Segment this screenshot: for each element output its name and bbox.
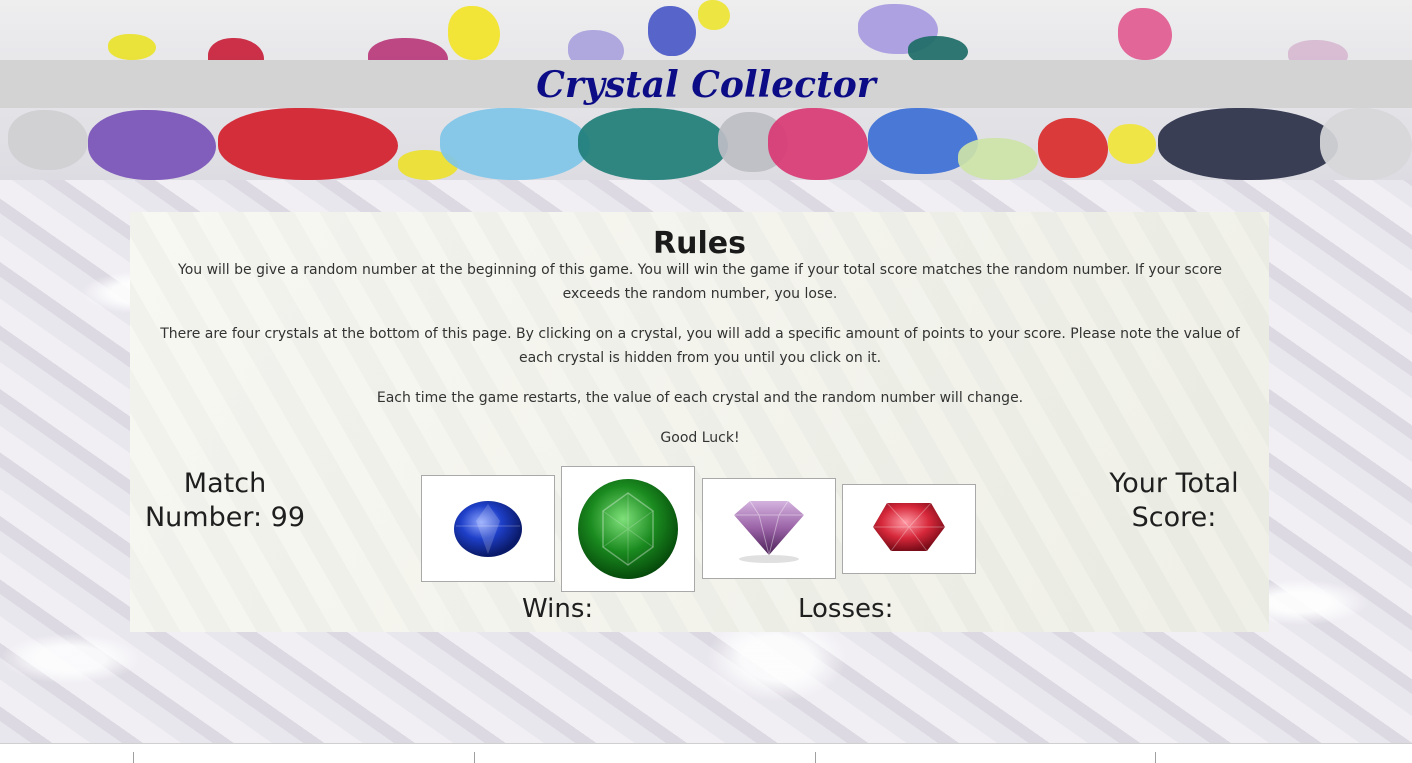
gem-decoration [8,110,88,170]
header-banner: Crystal Collector [0,0,1412,180]
red-ruby-icon [873,502,945,552]
gem-decoration [1118,8,1172,60]
crystal-button-purple[interactable] [702,478,836,579]
footer-tick [474,752,475,763]
crystal-button-red[interactable] [842,484,976,574]
gem-decoration [1320,108,1412,180]
gem-decoration [648,6,696,56]
good-luck-text: Good Luck! [660,430,740,446]
rules-heading: Rules [653,226,746,261]
green-emerald-icon [578,479,678,579]
wins-counter: Wins: [522,594,594,624]
gem-decoration [1108,124,1156,164]
purple-amethyst-icon [734,500,804,563]
footer-divider [0,743,1412,744]
gem-decoration [440,108,590,180]
gem-decoration [578,108,728,180]
title-band: Crystal Collector [0,60,1412,108]
footer-tick [1155,752,1156,763]
game-card: Rules You will be give a random number a… [130,212,1269,632]
rule-paragraph: Each time the game restarts, the value o… [376,390,1024,406]
rule-paragraph: You will be give a random number at the … [178,262,1222,302]
gem-decoration [698,0,730,30]
crystal-button-blue[interactable] [421,475,555,582]
gem-decoration [1038,118,1108,178]
gem-decoration [1158,108,1338,180]
losses-counter: Losses: [798,594,894,624]
footer-tick [133,752,134,763]
gem-decoration [88,110,216,180]
gem-decoration [448,6,500,60]
crystal-button-green[interactable] [561,466,695,592]
gem-decoration [108,34,156,60]
match-number: Match Number: 99 [144,468,306,533]
blue-sapphire-icon [454,501,522,557]
footer-tick [815,752,816,763]
rule-paragraph: There are four crystals at the bottom of… [160,326,1240,366]
gem-decoration [958,138,1038,180]
total-score: Your Total Score: [1109,468,1239,533]
page-title: Crystal Collector [536,64,876,106]
gem-decoration [768,108,868,180]
gem-decoration [218,108,398,180]
